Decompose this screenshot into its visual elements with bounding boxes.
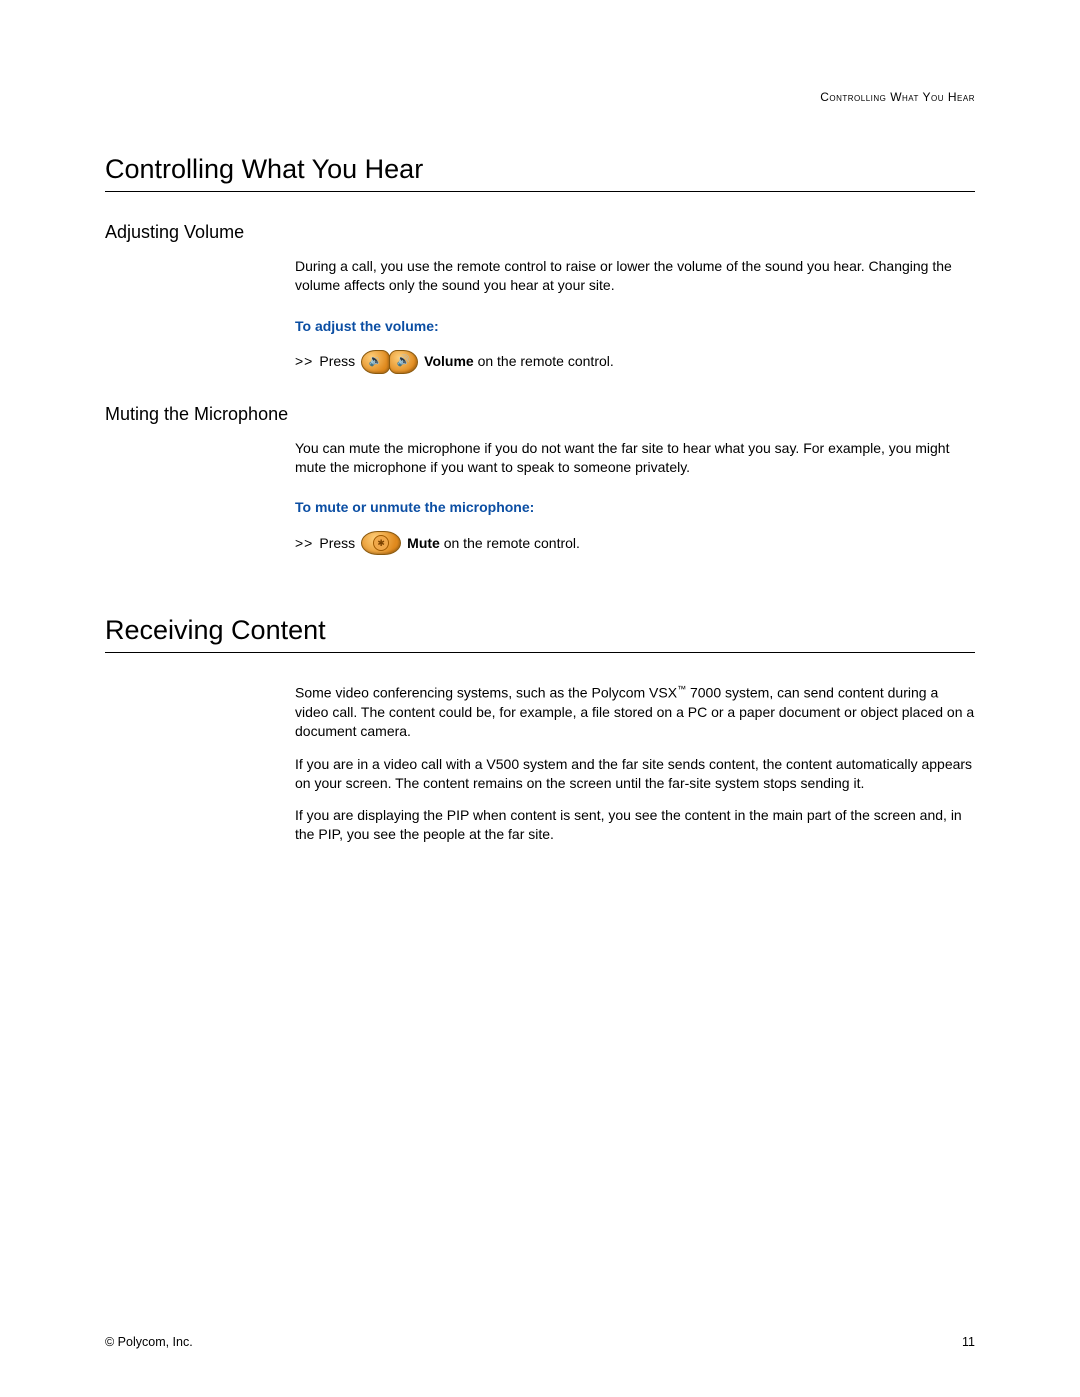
- section-title-controlling: Controlling What You Hear: [105, 154, 975, 185]
- para-adjusting-volume: During a call, you use the remote contro…: [295, 257, 975, 295]
- trademark-symbol: ™: [677, 684, 686, 694]
- step-mute-mic: >> Press ✱ Mute on the remote control.: [295, 531, 975, 555]
- running-header: Controlling What You Hear: [820, 90, 975, 104]
- page-number: 11: [962, 1335, 975, 1349]
- para-receiving-2: If you are in a video call with a V500 s…: [295, 755, 975, 793]
- page-footer: © Polycom, Inc. 11: [105, 1335, 975, 1349]
- section-rule: [105, 652, 975, 653]
- instruction-heading-mute-mic: To mute or unmute the microphone:: [295, 498, 975, 517]
- mute-trail: on the remote control.: [440, 535, 580, 551]
- volume-trail: on the remote control.: [474, 353, 614, 369]
- body-block-muting-mic: You can mute the microphone if you do no…: [295, 439, 975, 556]
- para-receiving-3: If you are displaying the PIP when conte…: [295, 806, 975, 844]
- subsection-heading-muting-mic: Muting the Microphone: [105, 404, 975, 425]
- subsection-heading-adjusting-volume: Adjusting Volume: [105, 222, 975, 243]
- instruction-heading-adjust-volume: To adjust the volume:: [295, 317, 975, 336]
- step-adjust-volume: >> Press 🔉 🔊 Volume on the remote contro…: [295, 350, 975, 374]
- press-label: Press: [319, 534, 355, 553]
- body-block-adjusting-volume: During a call, you use the remote contro…: [295, 257, 975, 374]
- volume-button-icon: 🔉 🔊: [361, 350, 418, 374]
- para-receiving-1a: Some video conferencing systems, such as…: [295, 685, 677, 701]
- volume-down-icon: 🔉: [361, 350, 390, 374]
- section-rule: [105, 191, 975, 192]
- section-title-receiving-content: Receiving Content: [105, 615, 975, 646]
- volume-label: Volume: [424, 353, 474, 369]
- step-marker: >>: [295, 352, 313, 371]
- body-block-receiving-content: Some video conferencing systems, such as…: [295, 683, 975, 844]
- para-muting-mic: You can mute the microphone if you do no…: [295, 439, 975, 477]
- copyright: © Polycom, Inc.: [105, 1335, 193, 1349]
- volume-up-icon: 🔊: [389, 350, 418, 374]
- mute-inner-icon: ✱: [373, 535, 389, 551]
- document-page: Controlling What You Hear Controlling Wh…: [0, 0, 1080, 1397]
- para-receiving-1: Some video conferencing systems, such as…: [295, 683, 975, 740]
- press-label: Press: [319, 352, 355, 371]
- step-marker: >>: [295, 534, 313, 553]
- mute-button-icon: ✱: [361, 531, 401, 555]
- mute-label: Mute: [407, 535, 440, 551]
